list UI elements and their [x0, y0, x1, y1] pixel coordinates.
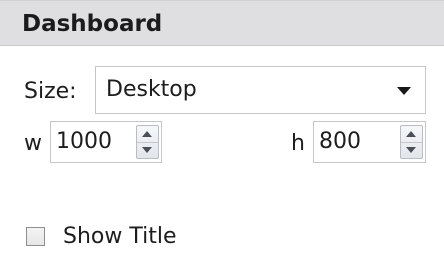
- width-label: w: [24, 131, 42, 156]
- spin-down-icon: [406, 147, 416, 153]
- show-title-checkbox[interactable]: [26, 227, 45, 246]
- spin-up-icon: [406, 131, 416, 137]
- width-value[interactable]: 1000: [56, 129, 112, 154]
- spin-down-icon: [142, 147, 152, 153]
- height-spin-buttons: [400, 125, 423, 159]
- width-increment-button[interactable]: [137, 126, 158, 143]
- size-label: Size:: [24, 79, 77, 104]
- height-decrement-button[interactable]: [401, 142, 422, 158]
- chevron-down-icon[interactable]: [397, 87, 411, 95]
- height-value[interactable]: 800: [319, 129, 361, 154]
- width-decrement-button[interactable]: [137, 142, 158, 158]
- width-spin-buttons: [136, 125, 159, 159]
- width-stepper[interactable]: 1000: [50, 121, 162, 163]
- height-label: h: [291, 131, 305, 156]
- panel-header: Dashboard: [0, 0, 444, 46]
- size-dropdown[interactable]: Desktop: [95, 66, 426, 114]
- show-title-label[interactable]: Show Title: [63, 224, 177, 249]
- size-selected-value: Desktop: [106, 77, 197, 102]
- height-increment-button[interactable]: [401, 126, 422, 143]
- dashboard-panel: Dashboard Size: Desktop w 1000 h 800 Sho…: [0, 0, 444, 256]
- height-stepper[interactable]: 800: [313, 121, 426, 163]
- spin-up-icon: [142, 131, 152, 137]
- panel-title: Dashboard: [22, 11, 163, 37]
